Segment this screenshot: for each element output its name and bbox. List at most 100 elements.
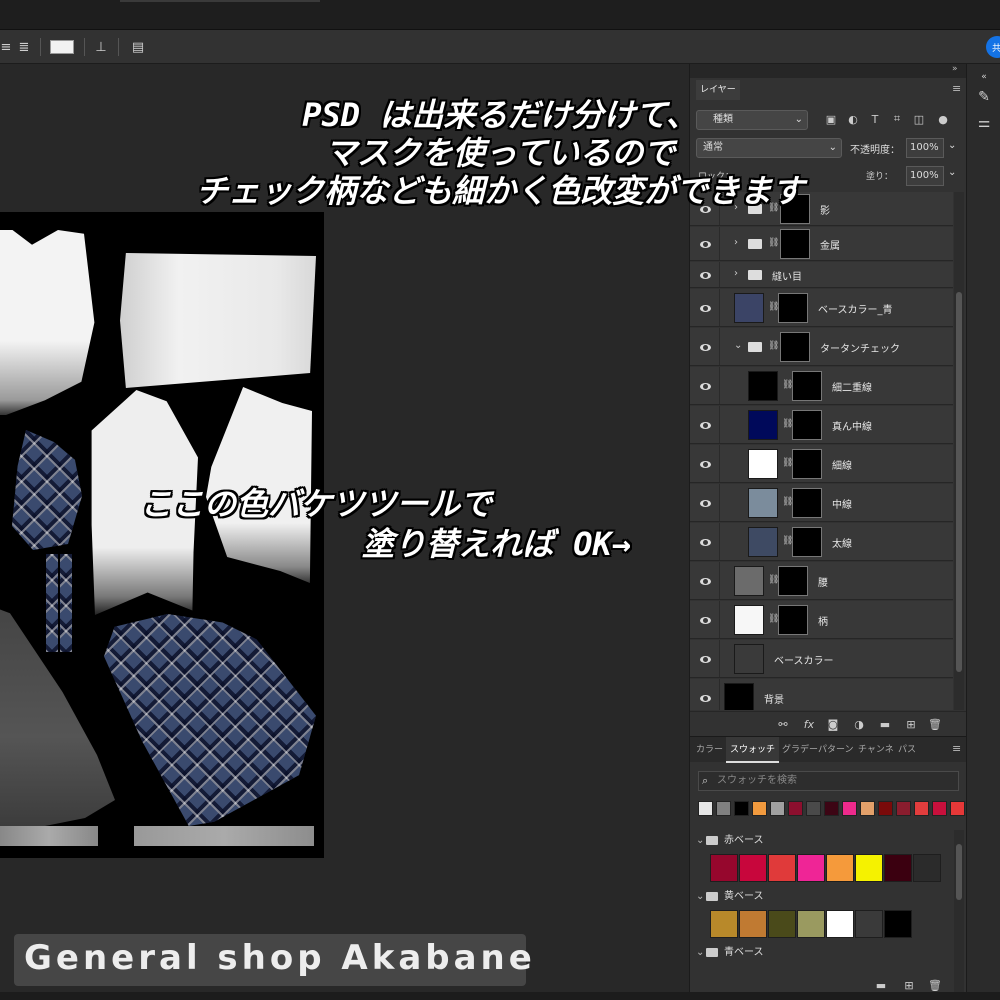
tab-panel[interactable]: パス <box>898 737 916 763</box>
tab-panel[interactable]: グラデー <box>782 737 818 763</box>
swatch[interactable] <box>806 801 821 816</box>
tab-panel[interactable]: パターン <box>818 737 854 763</box>
swatch-search-input[interactable]: ⌕ スウォッチを検索 <box>698 771 959 791</box>
swatch[interactable] <box>878 801 893 816</box>
layer-mask-thumbnail[interactable] <box>780 332 810 362</box>
panel-menu-icon[interactable]: ≡ <box>952 82 961 95</box>
swatch[interactable] <box>914 801 929 816</box>
tab-panel[interactable]: チャンネ <box>858 737 894 763</box>
layer-thumbnail[interactable] <box>748 449 778 479</box>
layer-row[interactable]: ベースカラー <box>690 640 953 678</box>
align-center-icon[interactable]: ≡ <box>0 38 12 56</box>
eye-icon[interactable] <box>698 301 712 315</box>
swatch[interactable] <box>932 801 947 816</box>
eye-icon[interactable] <box>698 613 712 627</box>
layer-thumbnail[interactable] <box>734 605 764 635</box>
layer-row[interactable]: ⛓ 細線 <box>690 445 953 483</box>
layer-row[interactable]: › ⛓ 金属 <box>690 227 953 261</box>
swatch[interactable] <box>860 801 875 816</box>
swatch[interactable] <box>797 854 825 882</box>
layer-row[interactable]: ⛓ 細二重線 <box>690 367 953 405</box>
warp-text-icon[interactable]: ⊥ <box>92 38 110 56</box>
layer-mask-thumbnail[interactable] <box>792 488 822 518</box>
link-icon[interactable]: ⛓ <box>768 238 779 248</box>
swatch[interactable] <box>842 801 857 816</box>
swatch-group-header[interactable]: ⌄ 青ベース <box>696 944 764 962</box>
collapse-icon[interactable]: « <box>975 68 993 86</box>
link-icon[interactable]: ⛓ <box>768 341 779 351</box>
brush-icon[interactable]: ✎ <box>975 88 993 106</box>
chevron-down-icon[interactable]: ⌄ <box>696 832 706 850</box>
trash-icon[interactable]: 🗑 <box>928 978 942 992</box>
eye-icon[interactable] <box>698 691 712 705</box>
swatch[interactable] <box>734 801 749 816</box>
swatch[interactable] <box>826 910 854 938</box>
swatch[interactable] <box>698 801 713 816</box>
chevron-icon[interactable]: › <box>734 237 738 248</box>
eye-icon[interactable] <box>698 652 712 666</box>
layer-mask-thumbnail[interactable] <box>778 605 808 635</box>
eye-icon[interactable] <box>698 268 712 282</box>
layer-mask-thumbnail[interactable] <box>792 527 822 557</box>
layer-row[interactable]: ⌄ ⛓ タータンチェック <box>690 328 953 366</box>
layer-thumbnail[interactable] <box>748 371 778 401</box>
character-panel-icon[interactable]: ▤ <box>128 38 148 56</box>
layer-thumbnail[interactable] <box>748 410 778 440</box>
eye-icon[interactable] <box>698 418 712 432</box>
layer-row[interactable]: ⛓ ベースカラー_青 <box>690 289 953 327</box>
swatch[interactable] <box>768 854 796 882</box>
trash-icon[interactable]: 🗑 <box>928 717 942 731</box>
swatch[interactable] <box>950 801 965 816</box>
layer-mask-thumbnail[interactable] <box>778 566 808 596</box>
swatch[interactable] <box>855 854 883 882</box>
chevron-down-icon[interactable]: ⌄ <box>948 140 956 151</box>
layer-thumbnail[interactable] <box>748 488 778 518</box>
layer-mask-thumbnail[interactable] <box>778 293 808 323</box>
swatch[interactable] <box>710 910 738 938</box>
eye-icon[interactable] <box>698 574 712 588</box>
tab-swatches[interactable]: スウォッチ <box>726 737 780 763</box>
layer-row[interactable]: 背景 <box>690 679 953 710</box>
tab-panel[interactable]: カラー <box>696 737 723 763</box>
swatch[interactable] <box>797 910 825 938</box>
new-swatch-icon[interactable]: ⊞ <box>902 978 916 992</box>
new-layer-icon[interactable]: ⊞ <box>904 717 918 731</box>
active-doc-tab-indicator[interactable] <box>120 0 320 2</box>
swatch-group-header[interactable]: ⌄ 黄ベース <box>696 888 764 906</box>
adjustments-icon[interactable]: ⚌ <box>975 114 993 132</box>
align-right-icon[interactable]: ≣ <box>16 38 32 56</box>
swatch[interactable] <box>788 801 803 816</box>
scrollbar-thumb[interactable] <box>956 292 962 672</box>
layer-mask-thumbnail[interactable] <box>792 449 822 479</box>
eye-icon[interactable] <box>698 457 712 471</box>
swatch[interactable] <box>768 910 796 938</box>
swatch[interactable] <box>824 801 839 816</box>
swatch[interactable] <box>884 854 912 882</box>
swatch[interactable] <box>739 854 767 882</box>
layer-thumbnail[interactable] <box>734 644 764 674</box>
chevron-icon[interactable]: › <box>734 268 738 279</box>
layer-thumbnail[interactable] <box>734 566 764 596</box>
swatch[interactable] <box>884 910 912 938</box>
layer-thumbnail[interactable] <box>724 683 754 710</box>
adjustment-layer-icon[interactable]: ◑ <box>852 717 866 731</box>
layer-row[interactable]: ⛓ 腰 <box>690 562 953 600</box>
layer-thumbnail[interactable] <box>748 527 778 557</box>
panel-grip[interactable] <box>690 64 967 78</box>
chevron-down-icon[interactable]: ⌄ <box>696 944 706 962</box>
eye-icon[interactable] <box>698 340 712 354</box>
text-color-swatch[interactable] <box>50 40 74 54</box>
layer-row[interactable]: ⛓ 柄 <box>690 601 953 639</box>
swatch-group-header[interactable]: ⌄ 赤ベース <box>696 832 764 850</box>
layers-scrollbar[interactable] <box>954 192 964 710</box>
swatch[interactable] <box>855 910 883 938</box>
eye-icon[interactable] <box>698 237 712 251</box>
layer-row[interactable]: › 縫い目 <box>690 262 953 288</box>
new-group-icon[interactable]: ▬ <box>874 978 888 992</box>
chevron-down-icon[interactable]: ⌄ <box>696 888 706 906</box>
scrollbar-thumb[interactable] <box>956 844 962 900</box>
layer-thumbnail[interactable] <box>734 293 764 323</box>
layer-row[interactable]: ⛓ 真ん中線 <box>690 406 953 444</box>
fx-icon[interactable]: fx <box>802 717 816 731</box>
swatch[interactable] <box>716 801 731 816</box>
